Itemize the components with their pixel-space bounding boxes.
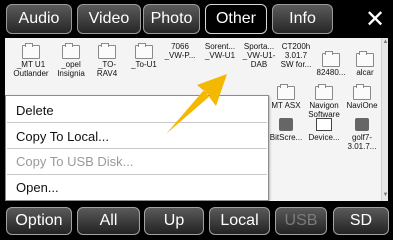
folder-icon — [353, 84, 371, 100]
top-tab-bar: Audio Video Photo Other Info ✕ — [0, 0, 393, 38]
option-button[interactable]: Option — [6, 207, 72, 235]
scroll-down-icon[interactable]: ▼ — [382, 192, 388, 200]
menu-item-delete[interactable]: Delete — [16, 103, 54, 118]
folder-icon — [356, 51, 374, 67]
folder-icon — [277, 84, 295, 100]
file-name: NaviOne — [346, 101, 378, 110]
pointer-arrow-icon — [166, 74, 227, 134]
menu-item-copy-to-usb: Copy To USB Disk... — [16, 154, 134, 169]
usb-button: USB — [275, 207, 327, 235]
folder-icon — [98, 43, 116, 59]
tab-other[interactable]: Other — [205, 4, 267, 34]
document-icon — [316, 118, 332, 131]
folder-icon — [62, 43, 80, 59]
app-icon — [355, 118, 369, 131]
file-item[interactable]: golf7- 3.01.7... — [338, 118, 386, 151]
menu-item-copy-to-local[interactable]: Copy To Local... — [16, 129, 109, 144]
bottom-toolbar: Option All Up Local USB SD — [0, 201, 393, 240]
app-icon — [279, 118, 293, 131]
scrollbar[interactable]: ▲ ▼ — [381, 38, 388, 201]
file-item[interactable]: NaviOne — [338, 84, 386, 110]
folder-icon — [135, 43, 153, 59]
all-button[interactable]: All — [77, 207, 140, 235]
tab-photo[interactable]: Photo — [143, 4, 200, 34]
menu-divider — [7, 174, 267, 175]
tab-video[interactable]: Video — [77, 4, 141, 34]
context-menu: Delete Copy To Local... Copy To USB Disk… — [5, 95, 269, 201]
menu-divider — [7, 148, 267, 149]
up-button[interactable]: Up — [144, 207, 204, 235]
folder-icon — [322, 51, 340, 67]
file-name: golf7- 3.01.7... — [347, 133, 377, 151]
folder-icon — [22, 43, 40, 59]
close-icon[interactable]: ✕ — [362, 6, 388, 33]
sd-button[interactable]: SD — [333, 207, 389, 235]
folder-icon — [315, 84, 333, 100]
scroll-up-icon[interactable]: ▲ — [382, 39, 388, 47]
tab-info[interactable]: Info — [272, 4, 333, 34]
file-name: _To-U1 — [131, 60, 157, 69]
tab-audio[interactable]: Audio — [6, 4, 72, 34]
local-button[interactable]: Local — [209, 207, 270, 235]
menu-item-open[interactable]: Open... — [16, 180, 59, 195]
